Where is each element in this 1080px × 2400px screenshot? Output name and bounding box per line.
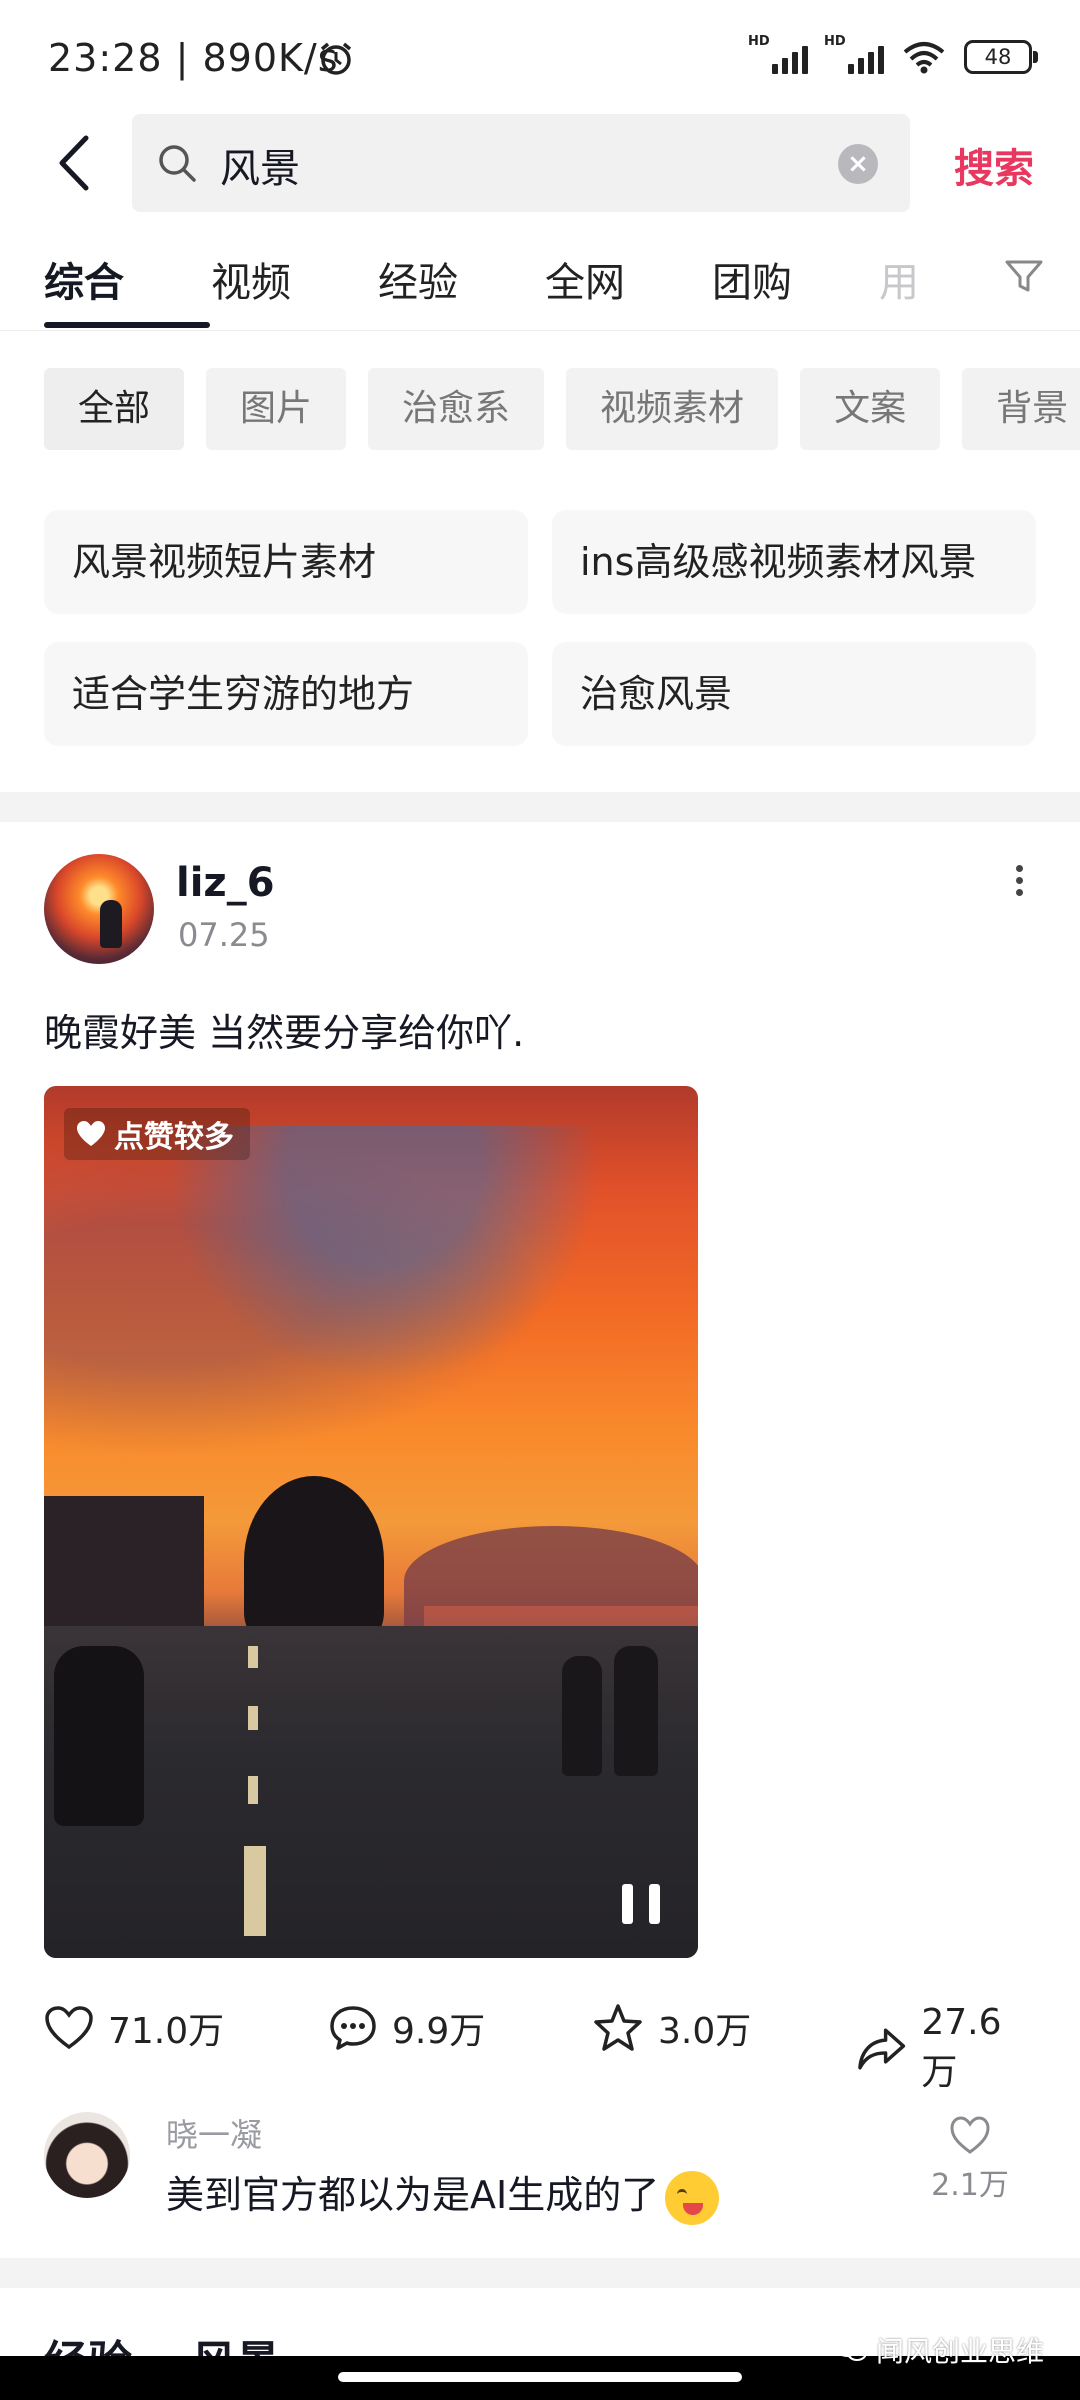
wink-emoji-icon [665,2170,720,2225]
suggestion-item[interactable]: 适合学生穷游的地方 [44,642,528,746]
chip-healing[interactable]: 治愈系 [368,368,545,450]
clear-search-button[interactable]: × [838,144,878,184]
chip-images[interactable]: 图片 [206,368,347,450]
tab-group-buy[interactable]: 团购 [712,250,879,308]
post-caption: 晚霞好美 当然要分享给你吖. [44,1011,525,1055]
tab-comprehensive[interactable]: 综合 [44,250,211,308]
comment-icon [330,2006,376,2050]
status-icons: HD HD 48 [748,34,1038,74]
pause-button[interactable] [622,1884,660,1924]
tab-video[interactable]: 视频 [211,250,378,308]
share-icon [858,2028,906,2069]
search-submit-button[interactable]: 搜索 [954,136,1034,194]
more-options-button[interactable] [1004,860,1034,908]
search-icon [159,145,196,182]
status-bar: 23:28 | 890K/s HD HD 48 [0,0,1080,110]
result-tabs: 综合 视频 经验 全网 团购 用 [44,250,939,308]
commenter-name[interactable]: 晓一凝 [166,2110,262,2156]
commenter-avatar[interactable] [44,2112,130,2198]
tab-user[interactable]: 用 [879,250,939,308]
wifi-icon [903,42,945,74]
chip-background[interactable]: 背景 [962,368,1080,450]
signal-icon: HD [748,34,808,74]
tab-experience[interactable]: 经验 [378,250,545,308]
back-button[interactable] [40,128,110,198]
post-action-bar: 71.0万 9.9万 3.0万 27.6万 [44,2002,1036,2093]
post-date: 07.25 [178,916,270,954]
tab-web[interactable]: 全网 [545,250,712,308]
comment-count: 9.9万 [392,2011,486,2052]
comment-text: 美到官方都以为是AI生成的了 [166,2164,720,2225]
heart-icon [77,1121,105,1146]
search-input[interactable]: 风景 × [132,114,910,212]
section-separator [0,792,1080,822]
avatar[interactable] [44,854,154,964]
watermark-text: 闻风创业思维 [876,2335,1045,2368]
alarm-icon [320,42,352,75]
watermark: 闻风创业思维 [834,2330,1044,2370]
battery-indicator: 48 [964,40,1038,74]
chip-copywriting[interactable]: 文案 [800,368,941,450]
wechat-icon [835,2337,867,2361]
heart-icon [45,2006,93,2050]
comment-like-button[interactable] [940,2112,1000,2156]
comment-like-count: 2.1万 [931,2168,1009,2203]
suggestion-item[interactable]: 治愈风景 [552,642,1036,746]
popular-badge: 点赞较多 [64,1108,250,1160]
signal-icon-2: HD [824,34,884,74]
favorite-count: 3.0万 [658,2011,752,2052]
video-player[interactable]: 点赞较多 [44,1086,698,1958]
chip-video-material[interactable]: 视频素材 [566,368,779,450]
share-button[interactable]: 27.6万 [856,2002,1036,2095]
comment-text-content: 美到官方都以为是AI生成的了 [166,2173,660,2217]
divider [0,330,1080,331]
status-time-speed: 23:28 | 890K/s [48,36,339,80]
comment-button[interactable]: 9.9万 [328,2002,485,2054]
search-query: 风景 [220,146,300,192]
badge-label: 点赞较多 [114,1120,234,1155]
filter-icon[interactable] [1004,256,1044,296]
section-separator [0,2258,1080,2288]
star-icon [594,2004,642,2051]
like-button[interactable]: 71.0万 [44,2002,224,2054]
suggestion-item[interactable]: 风景视频短片素材 [44,510,528,614]
chip-all[interactable]: 全部 [44,368,185,450]
share-count: 27.6万 [921,2002,1002,2093]
suggestion-item[interactable]: ins高级感视频素材风景 [552,510,1036,614]
like-count: 71.0万 [108,2011,225,2052]
favorite-button[interactable]: 3.0万 [592,2002,751,2054]
filter-chips: 全部 图片 治愈系 视频素材 文案 背景 [44,368,1080,450]
post-username[interactable]: liz_6 [176,860,275,906]
active-tab-indicator [44,322,210,328]
